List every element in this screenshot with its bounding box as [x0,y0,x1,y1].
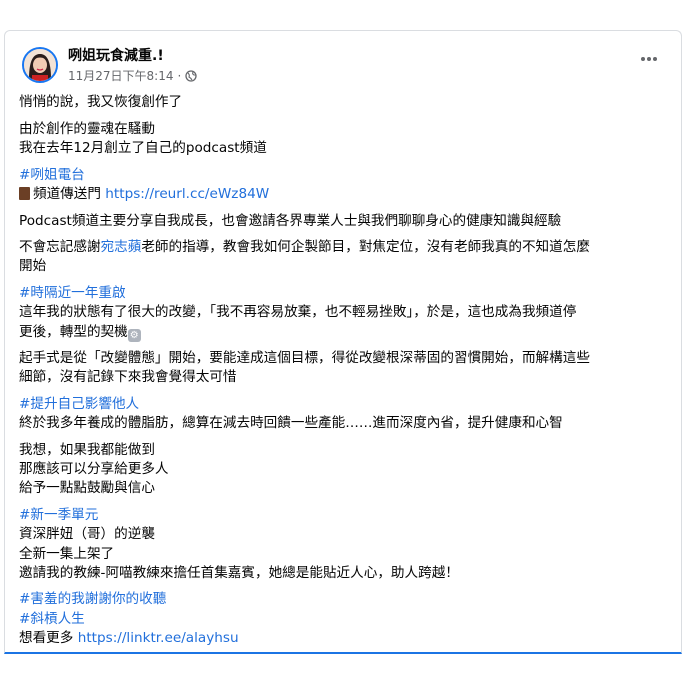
post-line: 這年我的狀態有了很大的改變，「我不再容易放棄，也不輕易挫敗」，於是，這也成為我頻… [19,304,577,321]
post-line: 全新一集上架了 [19,545,115,562]
post-line: 由於創作的靈魂在騷動 [19,120,155,137]
post-line: 開始 [19,258,47,275]
post-line: 想看更多 https://linktr.ee/alayhsu [19,629,669,648]
post-line: 起手式是從「改變體態」開始，要能達成這個目標，得從改變根深蒂固的習慣開始，而解構… [19,350,590,367]
avatar-image [24,49,56,81]
hashtag-link[interactable]: #害羞的我謝謝你的收聽 [19,590,669,609]
post-meta: 11月27日下午8:14 · [68,67,197,84]
post-line: 頻道傳送門 https://reurl.cc/eWz84W [19,185,669,204]
globe-icon[interactable] [185,69,197,82]
portal-label: 頻道傳送門 [33,185,101,202]
post-line: 給予一點點鼓勵與信心 [19,480,155,497]
door-icon [19,186,30,200]
post-line: 邀請我的教練-阿喵教練來擔任首集嘉賓，她總是能貼近人心，助人跨越！ [19,564,459,581]
hashtag-link[interactable]: #時隔近一年重啟 [19,284,669,303]
hashtag-link[interactable]: #斜槓人生 [19,610,669,629]
post-line: 悄悄的說，我又恢復創作了 [19,94,183,110]
post-line: 不會忘記感謝宛志蘋老師的指導，教會我如何企製節目，對焦定位，沒有老師我真的不知道… [19,238,669,257]
post-line: 那應該可以分享給更多人 [19,461,169,478]
reurl-link[interactable]: https://reurl.cc/eWz84W [105,186,269,202]
post-line: 我想，如果我都能做到 [19,442,155,459]
author-name[interactable]: 咧姐玩食減重.! [68,45,164,65]
post-line: 終於我多年養成的體脂肪，總算在減去時回饋一些產能……進而深度內省，提升健康和心智 [19,415,563,432]
meta-separator: · [177,68,182,83]
hashtag-link[interactable]: #咧姐電台 [19,166,669,185]
post-line: 細節，沒有記錄下來我會覺得太可惜 [19,369,237,386]
avatar[interactable] [22,47,58,83]
post-timestamp[interactable]: 11月27日下午8:14 [68,67,174,84]
mention-link[interactable]: 宛志蘋 [101,239,142,255]
gear-icon: ⚙ [127,328,141,342]
post-text: 更後，轉型的契機 [19,323,128,340]
post-text: 想看更多 [19,629,74,646]
post-line: 更後，轉型的契機 ⚙ [19,323,669,342]
post-body: 悄悄的說，我又恢復創作了 由於創作的靈魂在騷動 我在去年12月創立了自己的pod… [19,93,669,648]
hashtag-link[interactable]: #新一季單元 [19,506,669,525]
more-horizontal-icon [640,57,645,61]
post-text: 老師的指導，教會我如何企製節目，對焦定位，沒有老師我真的不知道怎麼 [141,239,590,256]
post-line: 資深胖妞（哥）的逆襲 [19,526,155,543]
post-line: Podcast頻道主要分享自我成長，也會邀請各界專業人士與我們聊聊身心的健康知識… [19,212,562,229]
post-card: 咧姐玩食減重.! 11月27日下午8:14 · 悄悄的說，我又恢復創作了 由於創… [4,30,682,654]
post-text: 不會忘記感謝 [19,239,101,256]
post-line: 我在去年12月創立了自己的podcast頻道 [19,139,267,156]
linktree-link[interactable]: https://linktr.ee/alayhsu [78,630,239,646]
hashtag-link[interactable]: #提升自己影響他人 [19,395,669,414]
more-options-button[interactable] [637,49,661,69]
